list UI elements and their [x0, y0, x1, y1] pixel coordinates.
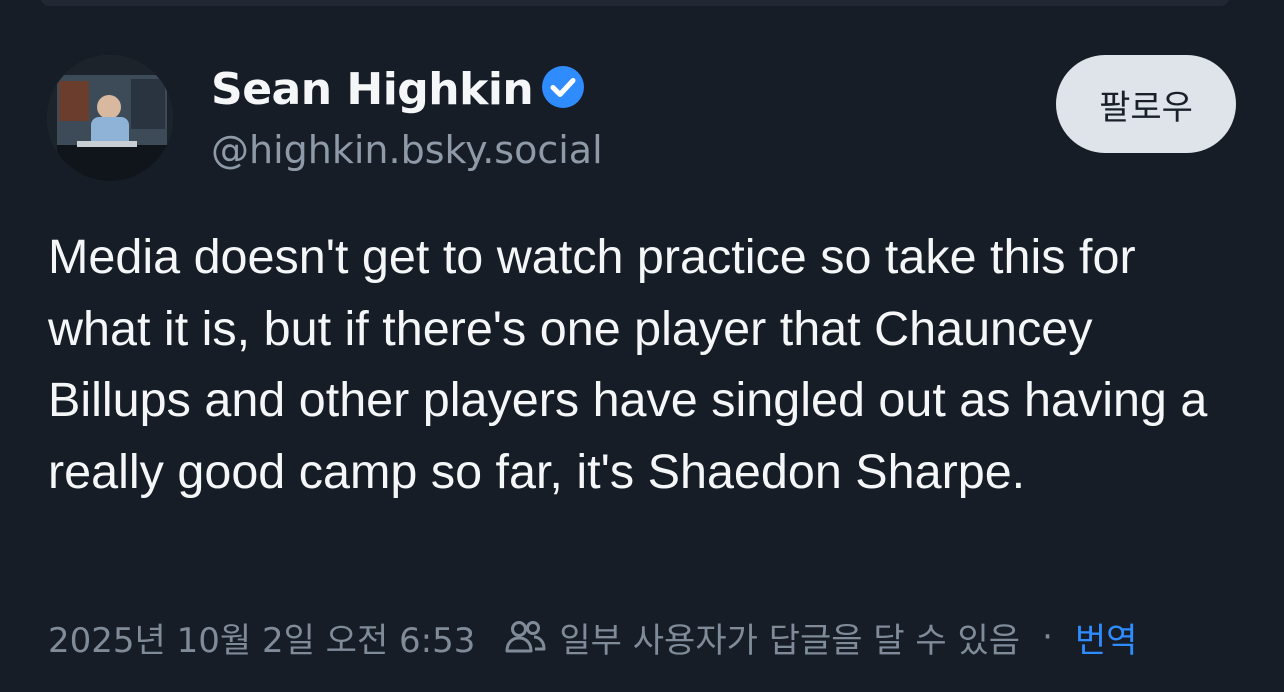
post-meta: 2025년 10월 2일 오전 6:53 일부 사용자가 답글을 달 수 있음 … [48, 612, 1137, 662]
reply-restriction-text[interactable]: 일부 사용자가 답글을 달 수 있음 [559, 613, 1020, 662]
author-name[interactable]: Sean Highkin [211, 62, 534, 118]
avatar-photo [47, 55, 173, 181]
follow-button[interactable]: 팔로우 [1056, 55, 1236, 153]
author-handle[interactable]: @highkin.bsky.social [211, 124, 603, 176]
translate-link[interactable]: 번역 [1075, 613, 1138, 662]
previous-post-edge [40, 0, 1230, 6]
people-icon [505, 621, 546, 653]
verified-badge-icon [542, 66, 584, 108]
meta-separator: · [1042, 617, 1053, 657]
post-timestamp[interactable]: 2025년 10월 2일 오전 6:53 [48, 613, 475, 662]
avatar[interactable] [47, 55, 173, 181]
post-text: Media doesn't get to watch practice so t… [48, 230, 1208, 499]
